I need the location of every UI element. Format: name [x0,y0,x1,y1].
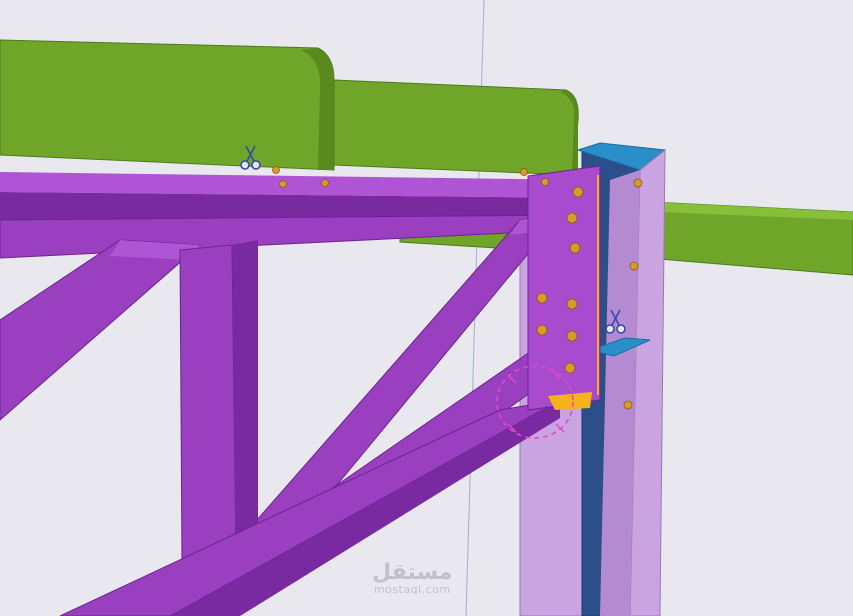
bolt[interactable] [572,186,584,198]
bolt[interactable] [566,212,578,224]
bolt[interactable] [566,330,578,342]
bolt[interactable] [536,292,548,304]
model-scene[interactable] [0,0,853,616]
green-cylindrical-beam-right[interactable] [333,79,579,176]
truss-vertical-left[interactable] [179,240,258,566]
green-cylindrical-beam-left[interactable] [0,39,335,171]
bolt[interactable] [623,400,633,410]
bolt[interactable] [520,168,528,176]
bolt[interactable] [566,298,578,310]
bolt[interactable] [541,178,549,186]
bolt[interactable] [564,362,576,374]
bolt[interactable] [272,166,280,174]
bottom-chord-beam[interactable] [59,399,561,616]
bolt[interactable] [321,179,329,187]
bolt[interactable] [569,242,581,254]
gusset-plate[interactable] [527,165,601,411]
bolt[interactable] [279,180,287,188]
bolt[interactable] [633,178,643,188]
bolt[interactable] [629,261,639,271]
bolt[interactable] [536,324,548,336]
3d-model-viewport[interactable]: مستقل mostaql.com [0,0,853,616]
light-purple-column-front[interactable] [600,148,666,616]
truss-diagonal-left[interactable] [0,239,202,421]
